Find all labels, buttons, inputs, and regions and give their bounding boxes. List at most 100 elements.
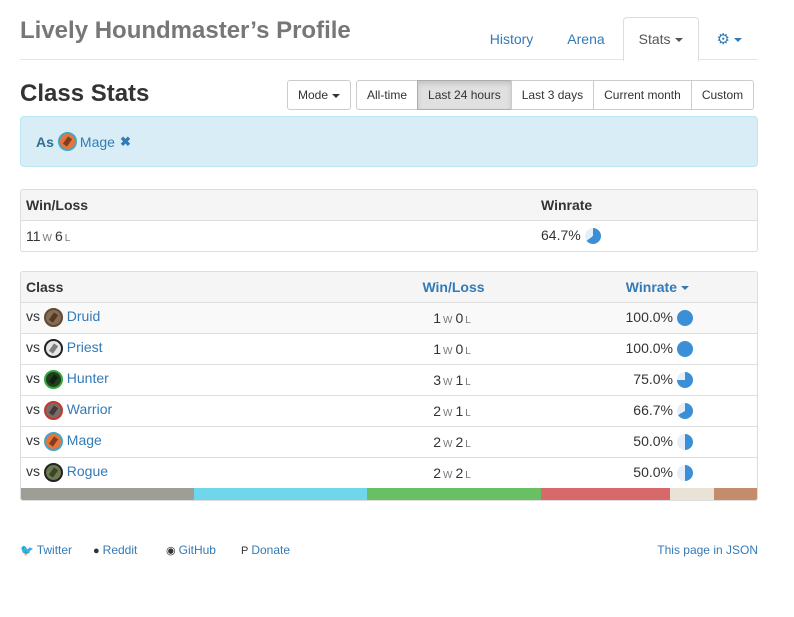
summary-wins: 11 [26,227,41,244]
reddit-label: Reddit [102,543,138,557]
mode-dropdown-button[interactable]: Mode [287,80,352,110]
class-filter-alert: As Mage ✖ [20,116,758,167]
tab-stats-label: Stats [638,31,671,47]
mage-class-icon [43,432,63,451]
range-last-3-days[interactable]: Last 3 days [510,80,595,110]
vs-label: vs [26,308,40,325]
wins: 2 [433,402,441,419]
class-distribution-segment [540,488,671,500]
settings-dropdown[interactable]: ⚙ [701,17,758,60]
wins: 3 [433,371,441,388]
range-last-24-hours[interactable]: Last 24 hours [417,80,512,110]
range-all-time[interactable]: All-time [356,80,419,110]
class-cell: vs Druid [21,302,341,333]
twitter-label: Twitter [36,543,73,557]
winrate-cell: 50.0% [566,425,757,457]
range-custom[interactable]: Custom [690,80,755,110]
win-suffix: W [442,376,453,388]
winrate-pie-icon [677,434,693,451]
gear-icon: ⚙ [716,31,730,48]
table-row: vs Rogue 2 W 2 L 50.0% [21,456,757,488]
tab-arena[interactable]: Arena [551,17,620,60]
vs-label: vs [26,401,40,418]
winrate: 100.0% [625,339,673,356]
class-distribution-segment [367,488,541,500]
filter-class-link[interactable]: Mage [80,134,115,150]
header-winloss[interactable]: Win/Loss [341,272,566,303]
warrior-class-icon [43,401,63,420]
class-distribution-segment [713,488,757,500]
donate-link[interactable]: P Donate [241,543,290,557]
class-distribution-segment [194,488,368,500]
class-link[interactable]: Warrior [67,401,112,417]
caret-down-icon [332,93,341,98]
wins: 1 [433,340,441,357]
class-link[interactable]: Priest [67,339,103,355]
winrate-cell: 100.0% [566,302,757,333]
caret-down-icon [734,38,742,43]
summary-header-winloss: Win/Loss [21,190,541,221]
win-suffix: W [442,407,453,419]
github-link[interactable]: ◉ GitHub [166,543,216,557]
loss-suffix: L [465,314,471,326]
class-distribution-segment [21,488,195,500]
winrate-pie-icon [677,372,693,389]
caret-down-icon [674,38,683,43]
reddit-link[interactable]: ● Reddit [93,543,137,557]
class-link[interactable]: Rogue [67,463,108,479]
losses: 1 [455,371,464,388]
tab-stats[interactable]: Stats [622,17,699,61]
class-link[interactable]: Hunter [67,370,109,386]
nav-tabs: History Arena Stats ⚙ [472,17,758,61]
table-row: vs Mage 2 W 2 L 50.0% [21,425,757,457]
twitter-link[interactable]: 🐦 Twitter [20,543,72,557]
tab-history[interactable]: History [474,17,550,60]
winrate-pie-icon [677,341,693,358]
section-title: Class Stats [20,80,150,107]
winrate-cell: 66.7% [566,394,757,426]
class-link[interactable]: Druid [67,308,100,324]
class-cell: vs Mage [21,425,341,457]
summary-winrate-cell: 64.7% [541,220,757,251]
winrate: 100.0% [625,308,673,325]
class-distribution-bar [21,488,757,500]
vs-label: vs [26,339,40,356]
winloss-cell: 2W2L [341,425,566,457]
winrate-cell: 75.0% [566,363,757,395]
table-row: 11 W 6 L 64.7% [21,220,757,251]
winrate-pie-icon [677,310,693,327]
loss-suffix: L [465,438,471,450]
summary-winloss: 11 W 6 L [21,220,541,251]
winrate: 66.7% [633,401,673,418]
range-current-month[interactable]: Current month [593,80,692,110]
losses: 2 [455,464,464,481]
win-suffix: W [442,314,453,326]
sort-desc-icon [681,286,689,291]
loss-suffix: L [465,345,471,357]
times-icon[interactable]: ✖ [120,134,131,150]
vs-label: vs [26,370,40,387]
header-winrate[interactable]: Winrate [566,272,757,303]
winloss-cell: 2W2L [341,456,566,488]
winrate-pie-icon [677,403,693,420]
wins: 1 [433,309,441,326]
loss-suffix: L [465,376,471,388]
winrate-cell: 100.0% [566,332,757,364]
winloss-cell: 1W0L [341,332,566,364]
wins: 2 [433,464,441,481]
summary-table: Win/Loss Winrate 11 W 6 L 64.7% [20,189,758,252]
header-class: Class [21,272,341,303]
class-link[interactable]: Mage [67,432,102,448]
loss-suffix: L [465,469,471,481]
footer: 🐦 Twitter ● Reddit ◉ GitHub P Donate This pa… [20,543,758,559]
winrate: 50.0% [633,432,673,449]
mage-class-icon [57,132,77,151]
paypal-icon: P [241,545,249,557]
winloss-cell: 2W1L [341,394,566,426]
table-row: vs Hunter 3 W 1 L 75.0% [21,363,757,395]
loss-suffix: L [465,407,471,419]
class-cell: vs Warrior [21,394,341,426]
json-link[interactable]: This page in JSON [657,543,758,557]
class-matchups-table: Class Win/Loss Winrate vs Druid 1 W 0 L 100.0… [20,271,758,501]
win-suffix: W [42,232,52,244]
